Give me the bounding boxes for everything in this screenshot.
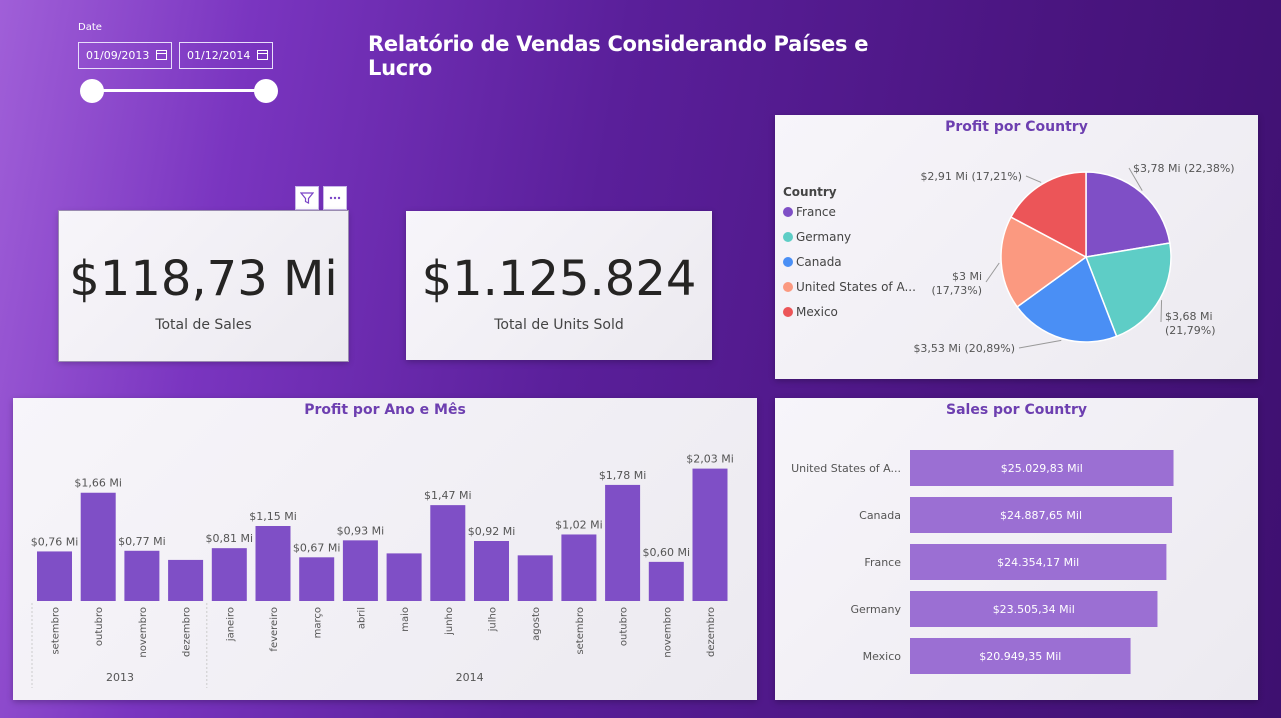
data-label: $24.354,17 Mil [997,556,1079,569]
kpi-card-total-units[interactable]: $1.125.824 Total de Units Sold [406,211,712,360]
y-tick-label: Canada [859,509,901,522]
leader-line [1018,339,1062,349]
pie-chart-card[interactable]: Profit por Country Country France Germany… [775,115,1258,379]
kpi-value: $1.125.824 [421,251,697,307]
x-group-label: 2013 [106,671,134,684]
more-options-icon[interactable] [323,186,347,210]
x-tick-label: janeiro [225,607,236,642]
x-tick-label: agosto [531,607,542,641]
hbar-chart-card[interactable]: Sales por Country $25.029,83 Mil United S… [775,398,1258,700]
hbar-chart: $25.029,83 Mil United States of A... $24.8… [791,450,1174,674]
data-label: $1,78 Mi [599,469,647,482]
x-tick-label: julho [488,607,499,632]
data-label: $3,53 Mi (20,89%) [913,342,1015,355]
data-label: (17,73%) [931,284,982,297]
x-tick-label: outubro [94,607,105,646]
x-tick-label: novembro [662,607,673,658]
bar[interactable] [168,559,204,601]
end-date-value: 01/12/2014 [187,49,251,62]
bar[interactable] [37,551,72,601]
calendar-icon[interactable] [257,50,268,60]
x-tick-label: abril [356,607,367,629]
page-title: Relatório de Vendas Considerando Países … [368,32,869,80]
y-tick-label: United States of A... [791,462,901,475]
data-label: $2,91 Mi (17,21%) [920,170,1022,183]
data-label: $0,81 Mi [206,532,254,545]
bar[interactable] [648,561,684,601]
data-label: $1,15 Mi [249,510,297,523]
x-tick-label: março [313,607,324,638]
leader-line [985,262,1000,283]
x-tick-label: setembro [575,607,586,655]
y-tick-label: France [864,556,901,569]
bar[interactable] [255,526,291,601]
data-label: $24.887,65 Mil [1000,509,1082,522]
x-group-label: 2014 [456,671,484,684]
start-date-input[interactable]: 01/09/2013 [78,42,172,69]
bar[interactable] [474,541,509,601]
data-label: $20.949,35 Mil [979,650,1061,663]
x-tick-label: outubro [619,607,630,646]
slider-start-handle[interactable] [80,79,104,103]
calendar-icon[interactable] [156,50,167,60]
bar[interactable] [605,484,641,601]
data-label: $1,66 Mi [74,477,122,490]
bar[interactable] [211,548,247,601]
x-tick-label: dezembro [706,607,717,657]
data-label: $0,77 Mi [118,535,166,548]
data-label: $25.029,83 Mil [1001,462,1083,475]
date-range-slider[interactable] [92,89,266,92]
end-date-input[interactable]: 01/12/2014 [179,42,273,69]
bar[interactable] [386,553,422,601]
date-slicer: Date 01/09/2013 01/12/2014 [78,22,278,106]
leader-line [1160,300,1163,323]
kpi-card-total-sales[interactable]: $118,73 Mi Total de Sales [58,210,349,362]
data-label: $1,47 Mi [424,489,472,502]
start-date-value: 01/09/2013 [86,49,150,62]
bar[interactable] [80,492,116,601]
data-label: $3 Mi [952,270,982,283]
data-label: $23.505,34 Mil [993,603,1075,616]
filter-icon[interactable] [295,186,319,210]
bar[interactable] [124,550,160,601]
pie-chart: $3,78 Mi (22,38%) $3,68 Mi(21,79%) $3,53 M… [913,162,1235,355]
slider-end-handle[interactable] [254,79,278,103]
column-chart: $0,76 Mi setembro $1,66 Mi outubro $0,77 Mi n… [31,453,734,688]
bar[interactable] [299,557,335,601]
x-tick-label: novembro [138,607,149,658]
data-label: $3,78 Mi (22,38%) [1133,162,1235,175]
data-label: $3,68 Mi [1165,310,1213,323]
data-label: $0,60 Mi [643,546,691,559]
data-label: $0,67 Mi [293,541,341,554]
data-label: $0,92 Mi [468,525,516,538]
x-tick-label: setembro [51,607,62,655]
bar[interactable] [517,555,553,601]
x-tick-label: maio [400,607,411,632]
x-tick-label: junho [444,607,455,636]
data-label: (21,79%) [1165,324,1216,337]
y-tick-label: Germany [850,603,901,616]
bar[interactable] [561,534,597,601]
slicer-label: Date [78,22,102,33]
bar[interactable] [342,540,378,601]
x-tick-label: fevereiro [269,607,280,652]
data-label: $1,02 Mi [555,518,603,531]
leader-line [1025,175,1042,183]
pie-slice[interactable] [1085,171,1171,258]
bar[interactable] [430,505,466,601]
bar[interactable] [692,468,728,601]
kpi-value: $118,73 Mi [69,251,338,307]
y-tick-label: Mexico [863,650,902,663]
column-chart-card[interactable]: Profit por Ano e Mês $0,76 Mi setembro $1,… [13,398,757,700]
data-label: $0,76 Mi [31,535,79,548]
kpi-label: Total de Units Sold [494,317,624,333]
x-tick-label: dezembro [182,607,193,657]
kpi-label: Total de Sales [155,317,252,333]
data-label: $2,03 Mi [686,453,734,466]
data-label: $0,93 Mi [337,524,385,537]
